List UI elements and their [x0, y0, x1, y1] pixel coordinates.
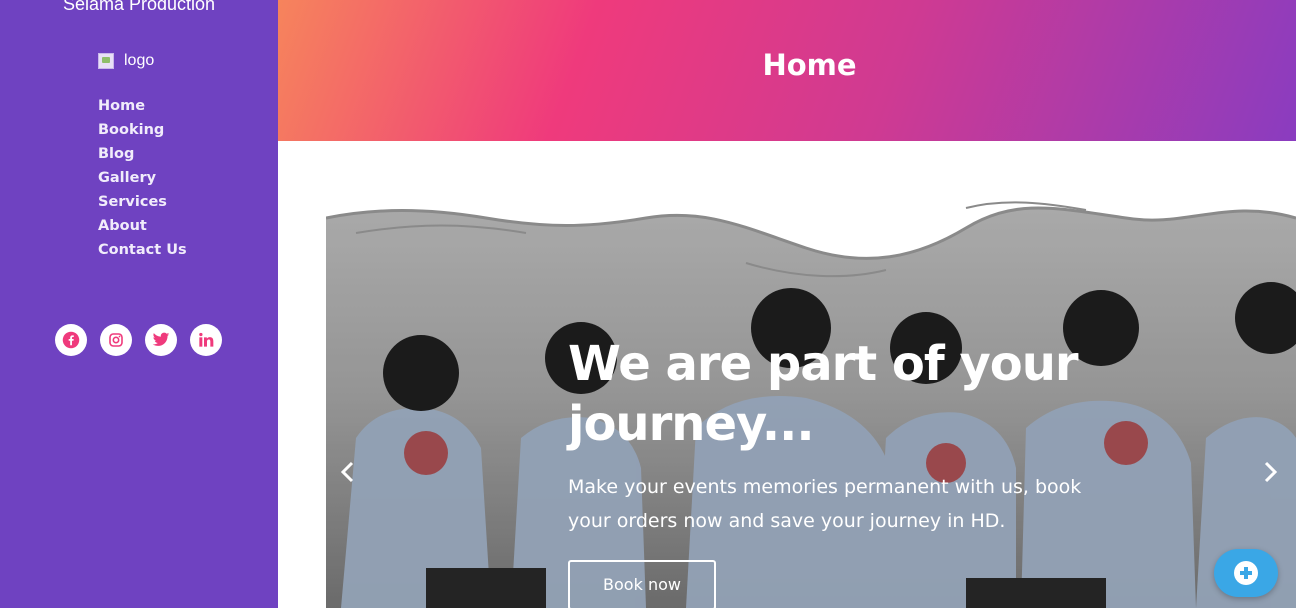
- book-now-button[interactable]: Book now: [568, 560, 716, 608]
- plus-circle-icon: [1234, 561, 1258, 585]
- twitter-link[interactable]: [145, 324, 177, 356]
- instagram-icon: [109, 333, 123, 347]
- social-links: [55, 324, 222, 356]
- twitter-icon: [152, 332, 170, 346]
- facebook-link[interactable]: [55, 324, 87, 356]
- logo-alt-text: logo: [124, 52, 155, 69]
- brand-name: Selama Production: [62, 0, 216, 14]
- logo[interactable]: logo: [98, 52, 154, 70]
- nav-item-services[interactable]: Services: [98, 190, 187, 214]
- linkedin-link[interactable]: [190, 324, 222, 356]
- chevron-left-icon: [340, 461, 354, 483]
- linkedin-icon: [199, 332, 214, 347]
- carousel-next-button[interactable]: [1260, 460, 1280, 484]
- page-title: Home: [762, 48, 857, 82]
- nav-item-blog[interactable]: Blog: [98, 142, 187, 166]
- hero-subtitle: Make your events memories permanent with…: [568, 476, 1082, 532]
- page-header: Home: [278, 0, 1296, 141]
- facebook-icon: [62, 331, 80, 349]
- floating-action-button[interactable]: [1214, 549, 1278, 597]
- hero-title: We are part of your journey...: [568, 336, 1079, 452]
- sidebar: Selama Production logo Home Booking Blog…: [0, 0, 278, 608]
- nav-item-booking[interactable]: Booking: [98, 118, 187, 142]
- carousel-prev-button[interactable]: [338, 460, 358, 484]
- nav-item-gallery[interactable]: Gallery: [98, 166, 187, 190]
- nav-item-about[interactable]: About: [98, 214, 187, 238]
- broken-image-icon: [98, 53, 114, 69]
- nav-item-home[interactable]: Home: [98, 94, 187, 118]
- nav-item-contact-us[interactable]: Contact Us: [98, 238, 187, 262]
- chevron-right-icon: [1264, 461, 1278, 483]
- instagram-link[interactable]: [100, 324, 132, 356]
- main-nav: Home Booking Blog Gallery Services About…: [98, 94, 187, 262]
- hero-carousel: We are part of your journey... Make your…: [326, 188, 1296, 608]
